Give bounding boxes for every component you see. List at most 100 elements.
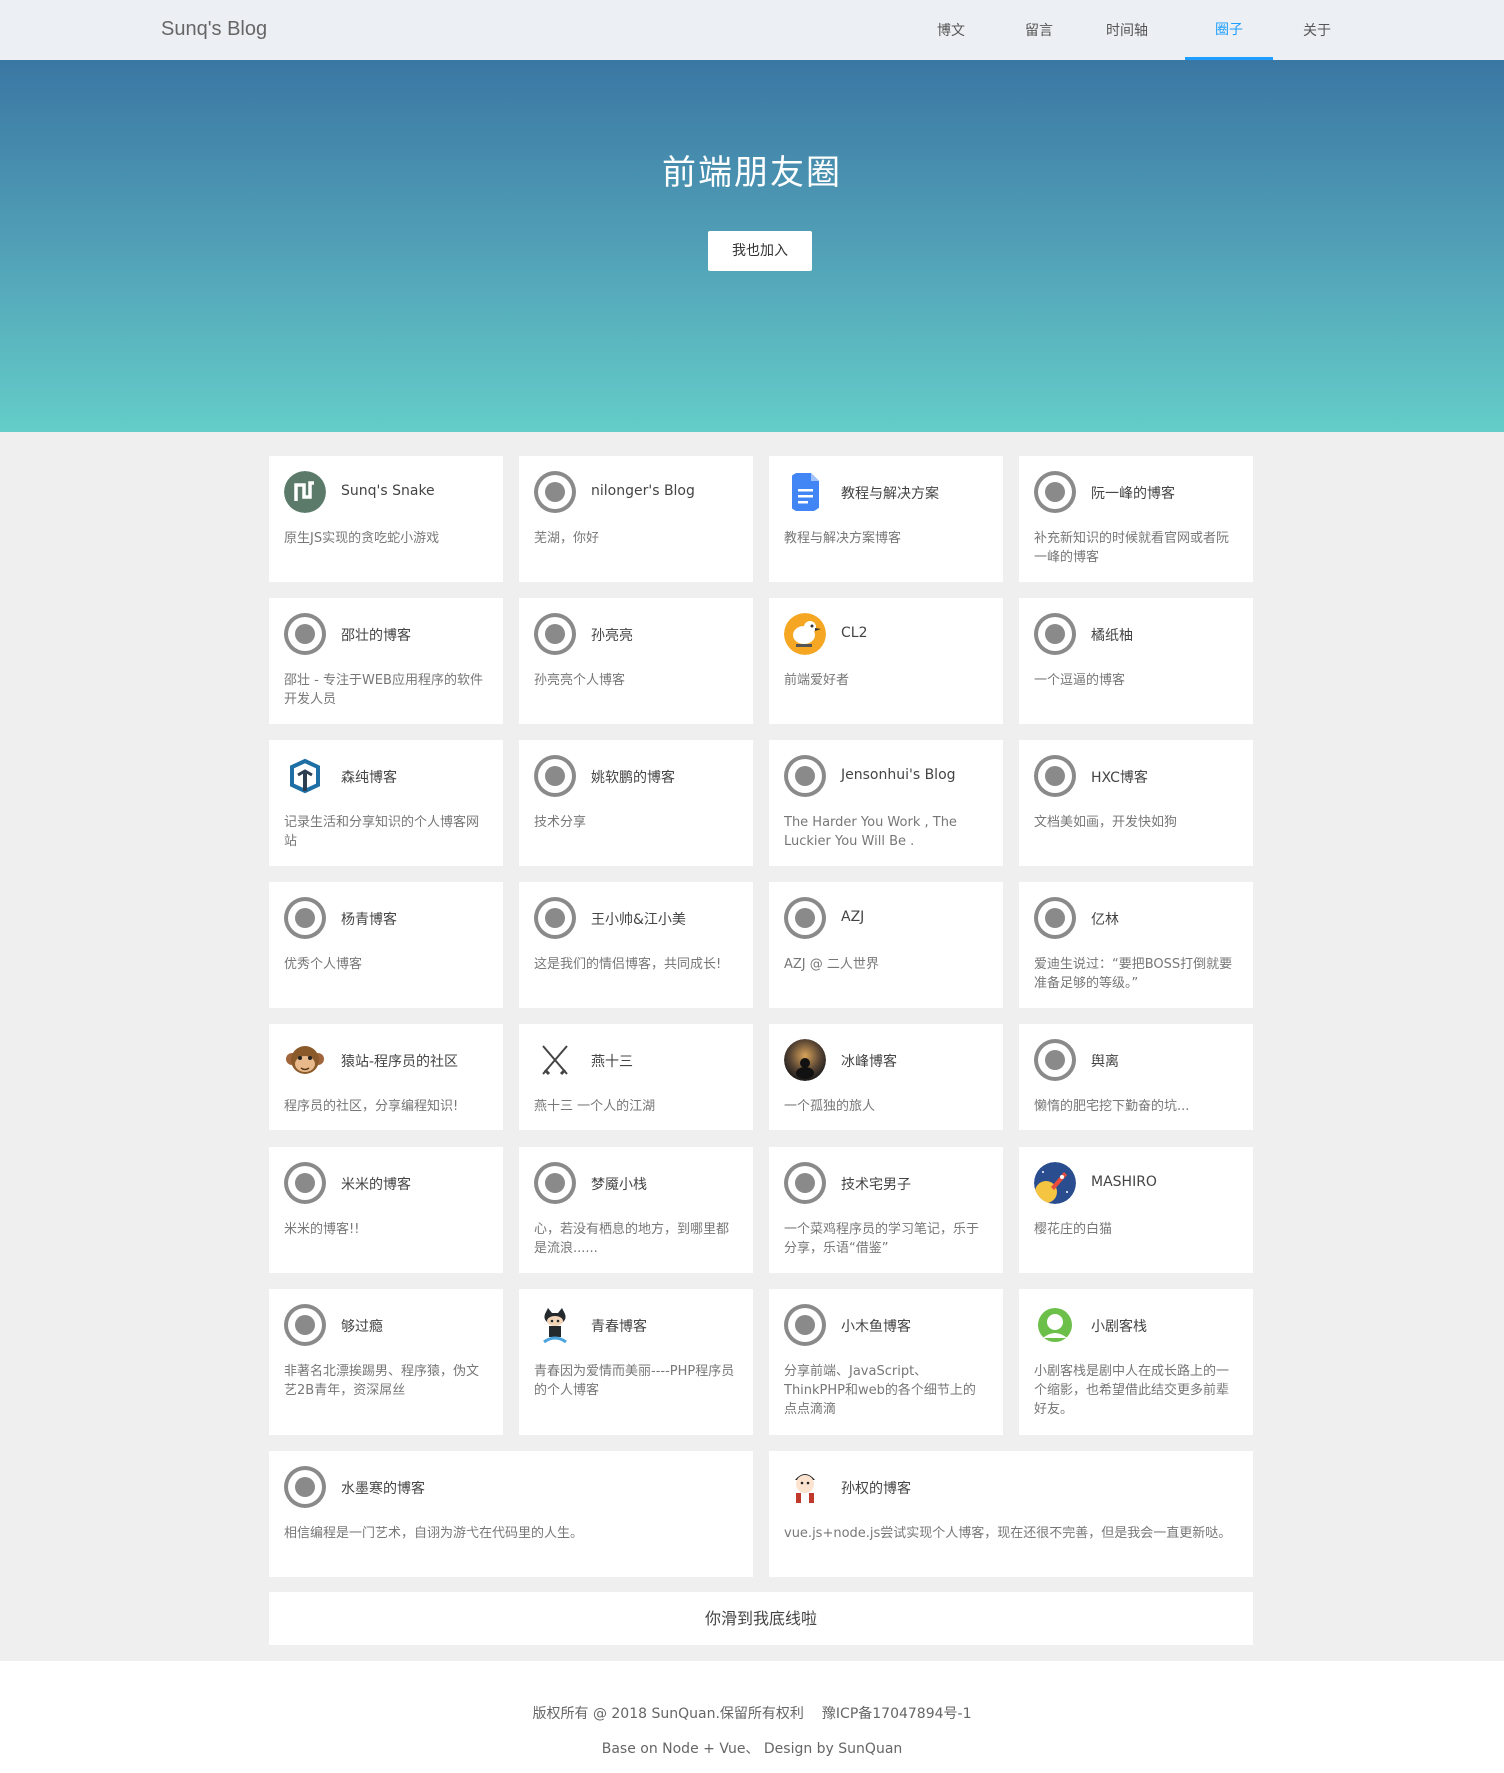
friend-name[interactable]: 技术宅男子 xyxy=(841,1174,911,1194)
friend-description: 孙亮亮个人博客 xyxy=(534,673,626,688)
friend-card[interactable]: HXC博客 文档美如画，开发快如狗 xyxy=(1019,740,1253,866)
friend-description: 程序员的社区，分享编程知识! xyxy=(284,1099,459,1114)
friend-card[interactable]: nilonger's Blog 芜湖，你好 xyxy=(519,456,753,582)
nav-item-messages[interactable]: 留言 xyxy=(995,0,1083,60)
friend-description: 原生JS实现的贪吃蛇小游戏 xyxy=(284,531,440,546)
site-brand[interactable]: Sunq's Blog xyxy=(161,18,267,41)
friend-description: 一个孤独的旅人 xyxy=(784,1099,876,1114)
friend-description: 前端爱好者 xyxy=(784,673,850,688)
friend-description: 这是我们的情侣博客，共同成长! xyxy=(534,957,722,972)
friend-name[interactable]: 杨青博客 xyxy=(341,909,397,929)
friend-description: 一个逗逼的博客 xyxy=(1034,673,1126,688)
footer: 版权所有 @ 2018 SunQuan.保留所有权利 豫ICP备17047894号… xyxy=(0,1661,1504,1773)
friend-card[interactable]: 森纯博客记录生活和分享知识的个人博客网站 xyxy=(269,740,503,866)
friend-card[interactable]: 橘纸柚一个逗逼的博客 xyxy=(1019,598,1253,724)
friend-description: 记录生活和分享知识的个人博客网站 xyxy=(284,815,480,849)
friend-name[interactable]: 王小帅&江小美 xyxy=(591,909,686,929)
friend-card[interactable]: 米米的博客 米米的博客!! xyxy=(269,1147,503,1273)
cube-logo-icon xyxy=(284,755,326,797)
friend-card[interactable]: 小木鱼博客分享前端、JavaScript、ThinkPHP和web的各个细节上的… xyxy=(769,1289,1003,1435)
friend-name[interactable]: 米米的博客 xyxy=(341,1174,411,1194)
friend-name[interactable]: nilonger's Blog xyxy=(591,483,695,499)
friend-description: 一个菜鸡程序员的学习笔记，乐于分享，乐语“借鉴” xyxy=(784,1222,980,1256)
friend-name[interactable]: 小剧客栈 xyxy=(1091,1316,1147,1336)
friend-name[interactable]: 冰峰博客 xyxy=(841,1051,897,1071)
friend-name[interactable]: 猿站-程序员的社区 xyxy=(341,1051,458,1071)
friend-card[interactable]: 亿林爱迪生说过：“要把BOSS打倒就要准备足够的等级。” xyxy=(1019,882,1253,1008)
friend-name[interactable]: 舆离 xyxy=(1091,1051,1119,1071)
friend-card[interactable]: 舆离懒惰的肥宅挖下勤奋的坑... xyxy=(1019,1024,1253,1130)
friend-card[interactable]: 猿站-程序员的社区程序员的社区，分享编程知识! xyxy=(269,1024,503,1130)
default-avatar-icon xyxy=(1034,1039,1076,1081)
friend-description: 爱迪生说过：“要把BOSS打倒就要准备足够的等级。” xyxy=(1034,957,1233,991)
friend-name[interactable]: CL2 xyxy=(841,625,867,641)
friend-card[interactable]: AZJ AZJ @ 二人世界 xyxy=(769,882,1003,1008)
friend-card[interactable]: 教程与解决方案 教程与解决方案博客 xyxy=(769,456,1003,582)
join-button[interactable]: 我也加入 xyxy=(708,231,812,271)
friend-name[interactable]: Jensonhui's Blog xyxy=(841,767,956,783)
friend-card[interactable]: 孙亮亮孙亮亮个人博客 xyxy=(519,598,753,724)
friend-card[interactable]: 燕十三 燕十三 一个人的江湖 xyxy=(519,1024,753,1130)
friend-description: 优秀个人博客 xyxy=(284,957,363,972)
default-avatar-icon xyxy=(784,1162,826,1204)
nav-item-posts[interactable]: 博文 xyxy=(907,0,995,60)
default-avatar-icon xyxy=(534,613,576,655)
hero-banner: 前端朋友圈 我也加入 xyxy=(0,60,1504,432)
friend-name[interactable]: 橘纸柚 xyxy=(1091,625,1133,645)
friend-card[interactable]: 够过瘾 非著名北漂挨踢男、程序猿，伪文艺2B青年，资深屌丝 xyxy=(269,1289,503,1435)
octocat-avatar-icon xyxy=(534,1304,576,1346)
default-avatar-icon xyxy=(784,755,826,797)
icp-link[interactable]: 豫ICP备17047894号-1 xyxy=(822,1706,972,1722)
friend-card[interactable]: 杨青博客优秀个人博客 xyxy=(269,882,503,1008)
friend-name[interactable]: HXC博客 xyxy=(1091,767,1148,787)
default-avatar-icon xyxy=(534,897,576,939)
friend-description: 青春因为爱情而美丽----PHP程序员的个人博客 xyxy=(534,1364,735,1398)
friend-card[interactable]: 水墨寒的博客相信编程是一门艺术，自诩为游弋在代码里的人生。 xyxy=(269,1451,753,1577)
friend-name[interactable]: 亿林 xyxy=(1091,909,1119,929)
friend-name[interactable]: 邵壮的博客 xyxy=(341,625,411,645)
friend-name[interactable]: 森纯博客 xyxy=(341,767,397,787)
nav-item-circle[interactable]: 圈子 xyxy=(1185,0,1273,60)
friend-name[interactable]: MASHIRO xyxy=(1091,1174,1157,1190)
friend-description: 樱花庄的白猫 xyxy=(1034,1222,1113,1237)
friend-name[interactable]: AZJ xyxy=(841,909,864,925)
friend-card[interactable]: 梦魇小栈 心，若没有栖息的地方，到哪里都是流浪...... xyxy=(519,1147,753,1273)
friend-name[interactable]: 阮一峰的博客 xyxy=(1091,483,1175,503)
friend-name[interactable]: 教程与解决方案 xyxy=(841,483,939,503)
friend-name[interactable]: 水墨寒的博客 xyxy=(341,1478,425,1498)
friend-card[interactable]: MASHIRO 樱花庄的白猫 xyxy=(1019,1147,1253,1273)
friend-name[interactable]: 梦魇小栈 xyxy=(591,1174,647,1194)
friend-name[interactable]: 燕十三 xyxy=(591,1051,633,1071)
friend-card[interactable]: 孙权的博客 vue.js+node.js尝试实现个人博客，现在还很不完善，但是我会… xyxy=(769,1451,1253,1577)
friend-card[interactable]: CL2 前端爱好者 xyxy=(769,598,1003,724)
friend-card[interactable]: 技术宅男子一个菜鸡程序员的学习笔记，乐于分享，乐语“借鉴” xyxy=(769,1147,1003,1273)
crossed-swords-icon xyxy=(534,1039,576,1081)
friend-name[interactable]: 姚软鹏的博客 xyxy=(591,767,675,787)
friend-name[interactable]: 孙权的博客 xyxy=(841,1478,911,1498)
nav-item-timeline[interactable]: 时间轴 xyxy=(1083,0,1171,60)
friend-card[interactable]: 邵壮的博客 邵壮 - 专注于WEB应用程序的软件开发人员 xyxy=(269,598,503,724)
friend-name[interactable]: 孙亮亮 xyxy=(591,625,633,645)
friend-description: 相信编程是一门艺术，自诩为游弋在代码里的人生。 xyxy=(284,1526,584,1541)
default-avatar-icon xyxy=(1034,897,1076,939)
friend-name[interactable]: 小木鱼博客 xyxy=(841,1316,911,1336)
friend-card[interactable]: 小剧客栈 小剧客栈是剧中人在成长路上的一个缩影，也希望借此结交更多前辈好友。 xyxy=(1019,1289,1253,1435)
nav-item-about[interactable]: 关于 xyxy=(1273,0,1361,60)
friend-card[interactable]: 阮一峰的博客 补充新知识的时候就看官网或者阮一峰的博客 xyxy=(1019,456,1253,582)
friend-name[interactable]: 青春博客 xyxy=(591,1316,647,1336)
green-ring-avatar-icon xyxy=(1034,1304,1076,1346)
friend-card[interactable]: 青春博客青春因为爱情而美丽----PHP程序员的个人博客 xyxy=(519,1289,753,1435)
friend-description: 分享前端、JavaScript、ThinkPHP和web的各个细节上的点点滴滴 xyxy=(784,1364,976,1417)
friend-name[interactable]: Sunq's Snake xyxy=(341,483,435,499)
friend-card[interactable]: 冰峰博客一个孤独的旅人 xyxy=(769,1024,1003,1130)
friend-card[interactable]: Sunq's Snake 原生JS实现的贪吃蛇小游戏 xyxy=(269,456,503,582)
friend-card[interactable]: 王小帅&江小美这是我们的情侣博客，共同成长! xyxy=(519,882,753,1008)
snake-logo-icon xyxy=(284,471,326,513)
friend-description: 懒惰的肥宅挖下勤奋的坑... xyxy=(1034,1099,1190,1114)
friend-card[interactable]: 姚软鹏的博客 技术分享 xyxy=(519,740,753,866)
friend-name[interactable]: 够过瘾 xyxy=(341,1316,383,1336)
default-avatar-icon xyxy=(1034,613,1076,655)
friend-card[interactable]: Jensonhui's Blog The Harder You Work , Th… xyxy=(769,740,1003,866)
google-docs-icon xyxy=(784,471,826,513)
default-avatar-icon xyxy=(1034,471,1076,513)
